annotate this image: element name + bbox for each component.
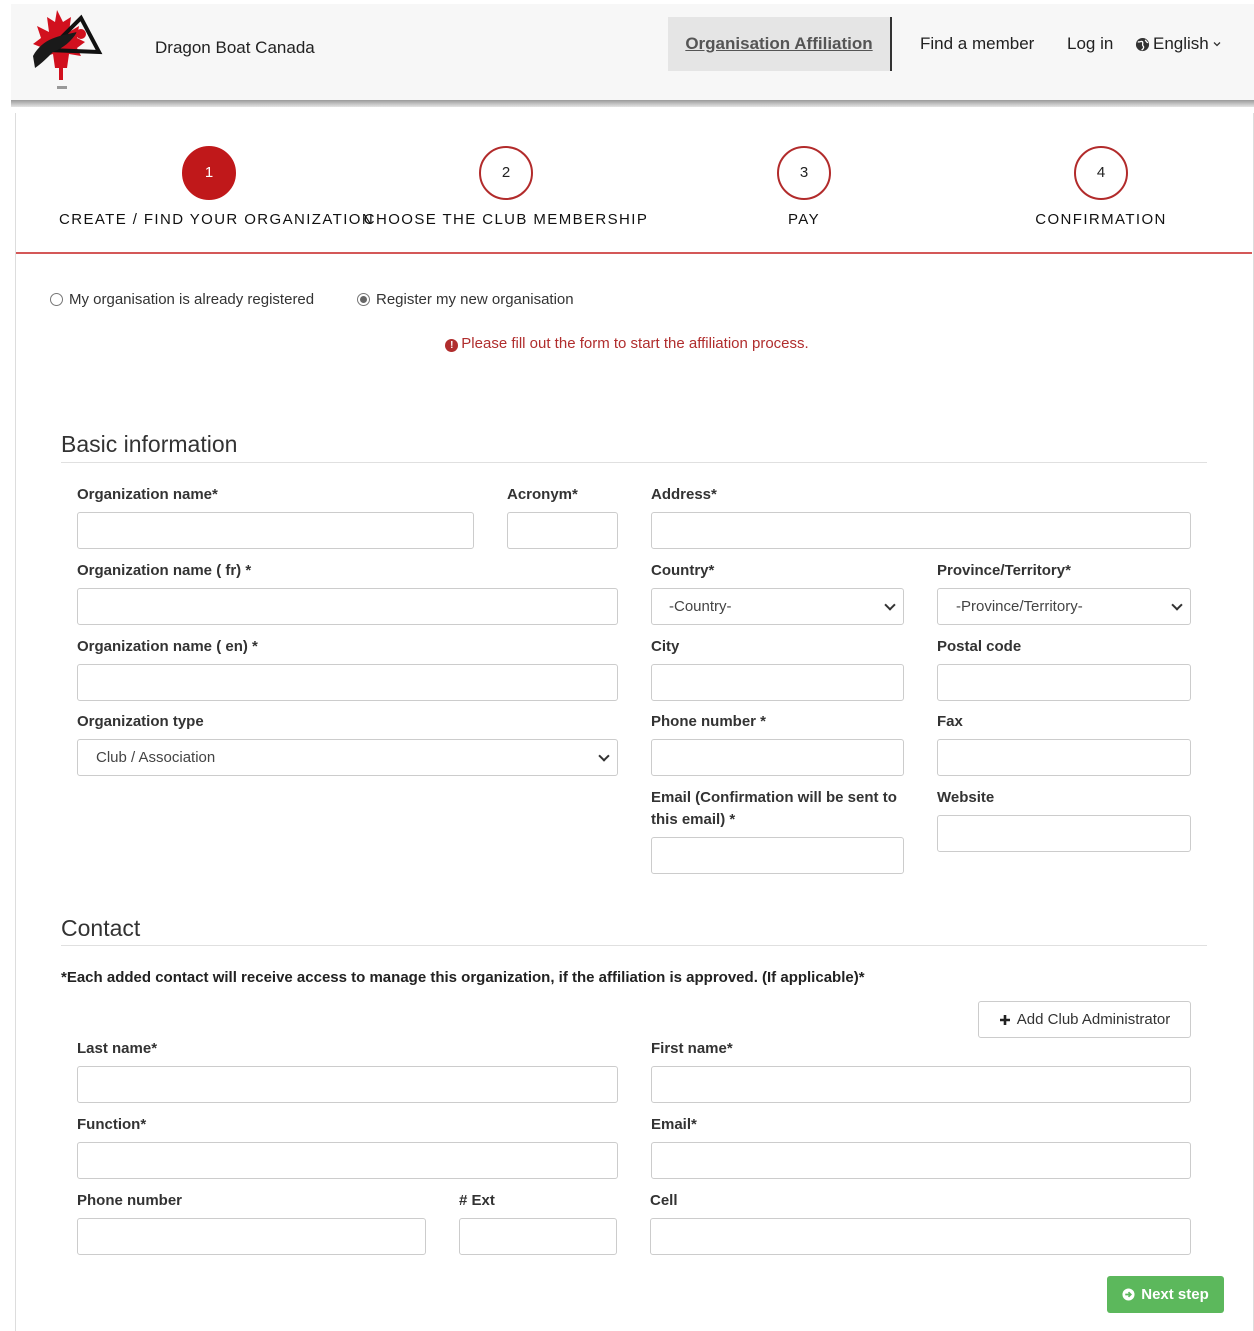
basic-information-title: Basic information (61, 431, 238, 457)
step-label: CONFIRMATION (1035, 211, 1167, 228)
postal-code-input[interactable] (937, 664, 1191, 701)
chevron-down-icon (1171, 599, 1183, 611)
contact-title: Contact (61, 915, 141, 941)
step-label: CREATE / FIND YOUR ORGANIZATION (59, 211, 375, 228)
country-select[interactable]: -Country- (651, 588, 904, 625)
phone-input[interactable] (651, 739, 904, 776)
step-pay: 3 PAY (654, 146, 954, 228)
last-name-input[interactable] (77, 1066, 618, 1103)
radio-button-selected[interactable] (357, 293, 370, 306)
chevron-down-icon (598, 750, 610, 762)
radio-button[interactable] (50, 293, 63, 306)
add-club-administrator-button[interactable]: Add Club Administrator (978, 1001, 1191, 1038)
country-select-value: -Country- (669, 598, 732, 615)
ext-label: # Ext (459, 1192, 495, 1209)
dragon-boat-canada-logo[interactable] (19, 8, 104, 92)
step-number: 1 (182, 146, 236, 200)
function-input[interactable] (77, 1142, 618, 1179)
step-confirmation: 4 CONFIRMATION (951, 146, 1251, 228)
radio-new-organisation[interactable]: Register my new organisation (357, 291, 574, 308)
step-number: 2 (479, 146, 533, 200)
org-type-select-value: Club / Association (96, 749, 216, 766)
org-type-label: Organization type (77, 713, 204, 730)
nav-organisation-affiliation[interactable]: Organisation Affiliation (668, 17, 892, 71)
email-label: Email (Confirmation will be sent to this… (651, 789, 897, 828)
address-label: Address* (651, 486, 717, 503)
first-name-input[interactable] (651, 1066, 1191, 1103)
brand-name[interactable]: Dragon Boat Canada (155, 38, 315, 58)
last-name-label: Last name* (77, 1040, 158, 1057)
fax-input[interactable] (937, 739, 1191, 776)
radio-label: Register my new organisation (376, 291, 574, 308)
address-input[interactable] (651, 512, 1191, 549)
radio-label: My organisation is already registered (69, 291, 315, 308)
step-create-organization: 1 CREATE / FIND YOUR ORGANIZATION (59, 146, 375, 228)
step-club-membership: 2 CHOOSE THE CLUB MEMBERSHIP (356, 146, 656, 228)
chevron-down-icon (1213, 42, 1221, 47)
email-input[interactable] (651, 837, 904, 874)
org-name-fr-label: Organization name ( fr) * (77, 562, 252, 579)
country-label: Country* (651, 562, 715, 579)
org-name-en-input[interactable] (77, 664, 618, 701)
website-label: Website (937, 789, 995, 806)
contact-note: *Each added contact will receive access … (61, 969, 865, 986)
step-number: 4 (1074, 146, 1128, 200)
step-label: PAY (788, 211, 820, 228)
exclamation-circle-icon: ! (445, 339, 459, 352)
province-select[interactable]: -Province/Territory- (937, 588, 1191, 625)
first-name-label: First name* (651, 1040, 733, 1057)
contact-phone-label: Phone number (77, 1192, 183, 1209)
acronym-label: Acronym* (507, 486, 578, 503)
acronym-input[interactable] (507, 512, 618, 549)
next-step-button[interactable]: Next step (1107, 1276, 1224, 1313)
language-selector[interactable]: English (1135, 34, 1222, 54)
org-name-input[interactable] (77, 512, 474, 549)
navbar-shadow (11, 100, 1254, 107)
nav-find-member[interactable]: Find a member (920, 34, 1034, 54)
section-divider (61, 945, 1207, 946)
province-label: Province/Territory* (937, 562, 1071, 579)
stepper-divider (16, 252, 1252, 254)
next-step-label: Next step (1141, 1286, 1209, 1303)
add-button-label: Add Club Administrator (1016, 1011, 1171, 1028)
language-label: English (1153, 34, 1209, 53)
step-number: 3 (777, 146, 831, 200)
website-input[interactable] (937, 815, 1191, 852)
contact-email-input[interactable] (651, 1142, 1191, 1179)
globe-icon (1135, 37, 1150, 51)
province-select-value: -Province/Territory- (956, 598, 1083, 615)
ext-input[interactable] (459, 1218, 617, 1255)
nav-login[interactable]: Log in (1067, 34, 1113, 54)
contact-email-label: Email* (651, 1116, 697, 1133)
contact-phone-input[interactable] (77, 1218, 426, 1255)
org-name-fr-input[interactable] (77, 588, 618, 625)
city-label: City (651, 638, 680, 655)
info-alert: ! Please fill out the form to start the a… (0, 335, 1254, 352)
cell-input[interactable] (650, 1218, 1191, 1255)
org-name-label: Organization name* (77, 486, 218, 503)
plus-icon (999, 1014, 1010, 1025)
postal-code-label: Postal code (937, 638, 1022, 655)
fax-label: Fax (937, 713, 963, 730)
chevron-down-icon (884, 599, 896, 611)
alert-text: Please fill out the form to start the af… (461, 335, 809, 352)
section-divider (61, 462, 1207, 463)
city-input[interactable] (651, 664, 904, 701)
org-name-en-label: Organization name ( en) * (77, 638, 258, 655)
org-type-select[interactable]: Club / Association (77, 739, 618, 776)
phone-label: Phone number * (651, 713, 767, 730)
radio-existing-organisation[interactable]: My organisation is already registered (50, 291, 314, 308)
cell-label: Cell (650, 1192, 678, 1209)
function-label: Function* (77, 1116, 147, 1133)
step-label: CHOOSE THE CLUB MEMBERSHIP (363, 211, 649, 228)
arrow-right-icon (1122, 1288, 1135, 1301)
